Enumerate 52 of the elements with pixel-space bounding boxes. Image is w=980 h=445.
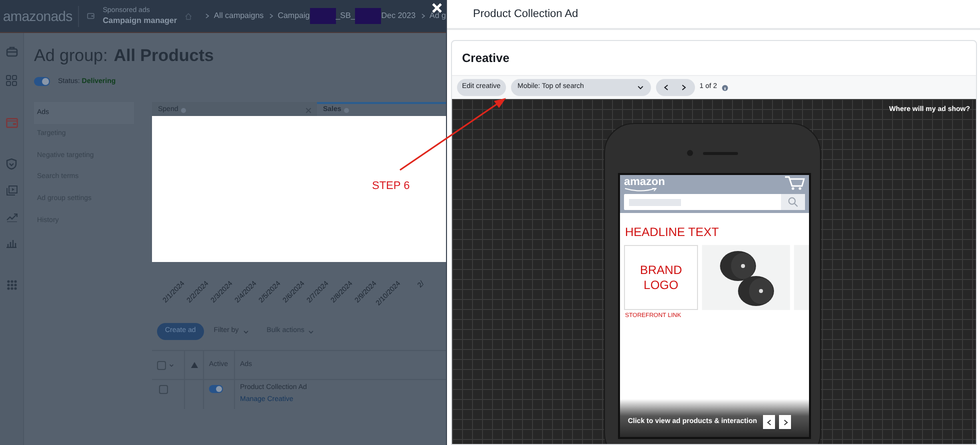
card-title: Creative	[462, 50, 510, 67]
app-title: Campaign manager	[102, 16, 177, 26]
breadcrumb-text: _SB_	[336, 10, 356, 22]
row-checkbox[interactable]	[159, 385, 168, 394]
redaction-block	[355, 8, 382, 24]
search-icon	[788, 197, 798, 207]
breadcrumb-text: Dec 2023	[381, 10, 416, 22]
redaction-block	[310, 8, 336, 24]
wallet-icon	[87, 11, 95, 21]
media-icon[interactable]	[6, 185, 18, 196]
breadcrumb-link[interactable]: Campaig	[278, 10, 310, 22]
status-toggle[interactable]	[34, 77, 50, 86]
smile-icon	[624, 188, 658, 192]
chevron-right-icon	[680, 84, 687, 91]
grid-icon[interactable]	[6, 75, 17, 86]
chevron-right-icon	[268, 13, 274, 19]
apps-icon[interactable]	[6, 280, 16, 290]
chevron-right-icon	[204, 13, 210, 19]
chevron-down-icon	[636, 84, 644, 91]
breadcrumb-link[interactable]: Ad g	[430, 10, 446, 22]
close-icon[interactable]	[306, 108, 311, 112]
search-field[interactable]	[624, 194, 805, 210]
breadcrumb-link[interactable]: All campaigns	[214, 10, 264, 22]
card-icon[interactable]	[6, 118, 18, 128]
previous-button[interactable]	[763, 415, 775, 429]
next-button[interactable]	[779, 415, 791, 429]
store-logo: amazon	[624, 176, 665, 188]
shield-icon[interactable]	[6, 158, 17, 170]
pager-buttons[interactable]	[656, 79, 695, 96]
info-icon	[181, 108, 186, 112]
chevron-down-icon	[169, 362, 174, 368]
briefcase-icon[interactable]	[6, 46, 18, 57]
step-annotation: STEP 6	[372, 179, 410, 194]
chevron-left-icon	[663, 84, 670, 91]
trend-icon[interactable]	[6, 212, 18, 222]
drawer-title: Product Collection Ad	[473, 6, 578, 22]
select-all-checkbox[interactable]	[157, 360, 166, 370]
logo[interactable]: amazonads	[3, 6, 80, 26]
cart-icon	[785, 176, 805, 190]
chevron-down-icon	[242, 328, 249, 334]
warning-icon	[190, 362, 198, 368]
info-icon	[722, 84, 728, 90]
active-toggle[interactable]	[209, 385, 223, 393]
close-icon	[432, 3, 442, 13]
home-icon[interactable]	[185, 10, 192, 22]
chevron-down-icon	[308, 328, 314, 334]
chevron-right-icon	[420, 13, 426, 19]
brand-logo-text: BRAND LOGO	[638, 262, 683, 292]
bar-chart-icon[interactable]	[6, 238, 17, 248]
chevron-right-icon	[782, 418, 788, 426]
chevron-left-icon	[766, 418, 772, 426]
headline-text: HEADLINE TEXT	[625, 224, 720, 241]
